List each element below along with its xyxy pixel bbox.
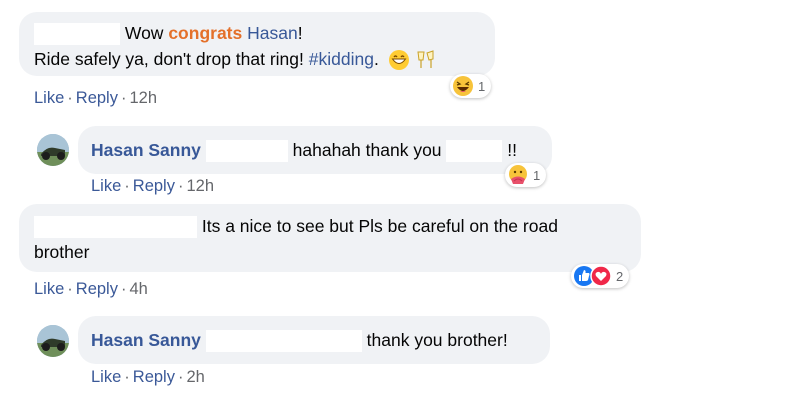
care-reaction-icon [509, 165, 527, 184]
reply-button[interactable]: Reply [133, 368, 175, 386]
like-button[interactable]: Like [34, 280, 64, 298]
love-reaction-icon [590, 265, 612, 287]
reaction-count: 1 [478, 78, 486, 94]
redacted-name [205, 330, 362, 353]
comment-author[interactable]: Hasan Sanny [91, 140, 201, 160]
comment-text: Ride safely ya, don't drop that ring! [34, 49, 304, 69]
redacted-name [205, 140, 288, 163]
timestamp[interactable]: 4h [129, 280, 147, 298]
reply-button[interactable]: Reply [76, 89, 118, 107]
comment-text: thank you brother! [366, 330, 508, 350]
separator: · [177, 368, 184, 386]
separator: · [67, 89, 73, 107]
reaction-summary[interactable]: 1 [505, 163, 547, 187]
clinking-glasses-icon [417, 50, 434, 69]
separator: · [120, 280, 127, 298]
timestamp[interactable]: 2h [186, 368, 204, 386]
comment-actions: Like · Reply · 12h [91, 176, 214, 196]
redacted-name [446, 140, 503, 163]
comment-bubble: Hasan Sanny thank you brother! [78, 316, 550, 364]
comment-actions: Like · Reply · 2h [91, 367, 205, 387]
reply-button[interactable]: Reply [133, 177, 175, 195]
reaction-summary[interactable]: 2 [571, 264, 630, 288]
comment-text: Its a nice to see but Pls be careful on … [201, 216, 558, 236]
comment-actions: Like · Reply · 4h [34, 279, 148, 299]
redacted-name [34, 23, 120, 46]
comment-author[interactable]: Hasan Sanny [91, 330, 201, 350]
redacted-name [34, 216, 197, 239]
separator: · [120, 89, 127, 107]
highlighted-text: congrats [168, 23, 243, 43]
comment-text: . [373, 49, 379, 69]
comment-text: ! [297, 23, 303, 43]
haha-reaction-icon [453, 76, 473, 96]
reaction-count: 2 [616, 268, 624, 284]
hashtag-link[interactable]: #kidding [309, 49, 374, 69]
timestamp[interactable]: 12h [186, 177, 214, 195]
comment-bubble: Hasan Sanny hahahah thank you !! [78, 126, 552, 174]
grinning-face-icon [388, 50, 409, 71]
like-button[interactable]: Like [34, 89, 64, 107]
mention-link[interactable]: Hasan [247, 23, 298, 43]
reply-button[interactable]: Reply [76, 280, 118, 298]
comment-bubble: Its a nice to see but Pls be careful on … [19, 204, 641, 272]
comment-text: brother [34, 242, 90, 262]
timestamp[interactable]: 12h [129, 89, 157, 107]
avatar[interactable] [37, 134, 69, 166]
avatar[interactable] [37, 325, 69, 357]
comment-bubble: Wow congrats Hasan! Ride safely ya, don'… [19, 12, 495, 76]
like-button[interactable]: Like [91, 368, 121, 386]
comment-actions: Like · Reply · 12h [34, 88, 157, 108]
comment-text: !! [507, 140, 518, 160]
separator: · [177, 177, 184, 195]
separator: · [67, 280, 73, 298]
reaction-summary[interactable]: 1 [450, 74, 492, 98]
avatar-image [37, 325, 69, 357]
separator: · [124, 368, 130, 386]
comment-text: hahahah thank you [292, 140, 442, 160]
separator: · [124, 177, 130, 195]
comment-text: Wow [124, 23, 164, 43]
reaction-count: 1 [533, 167, 541, 183]
like-button[interactable]: Like [91, 177, 121, 195]
avatar-image [37, 134, 69, 166]
